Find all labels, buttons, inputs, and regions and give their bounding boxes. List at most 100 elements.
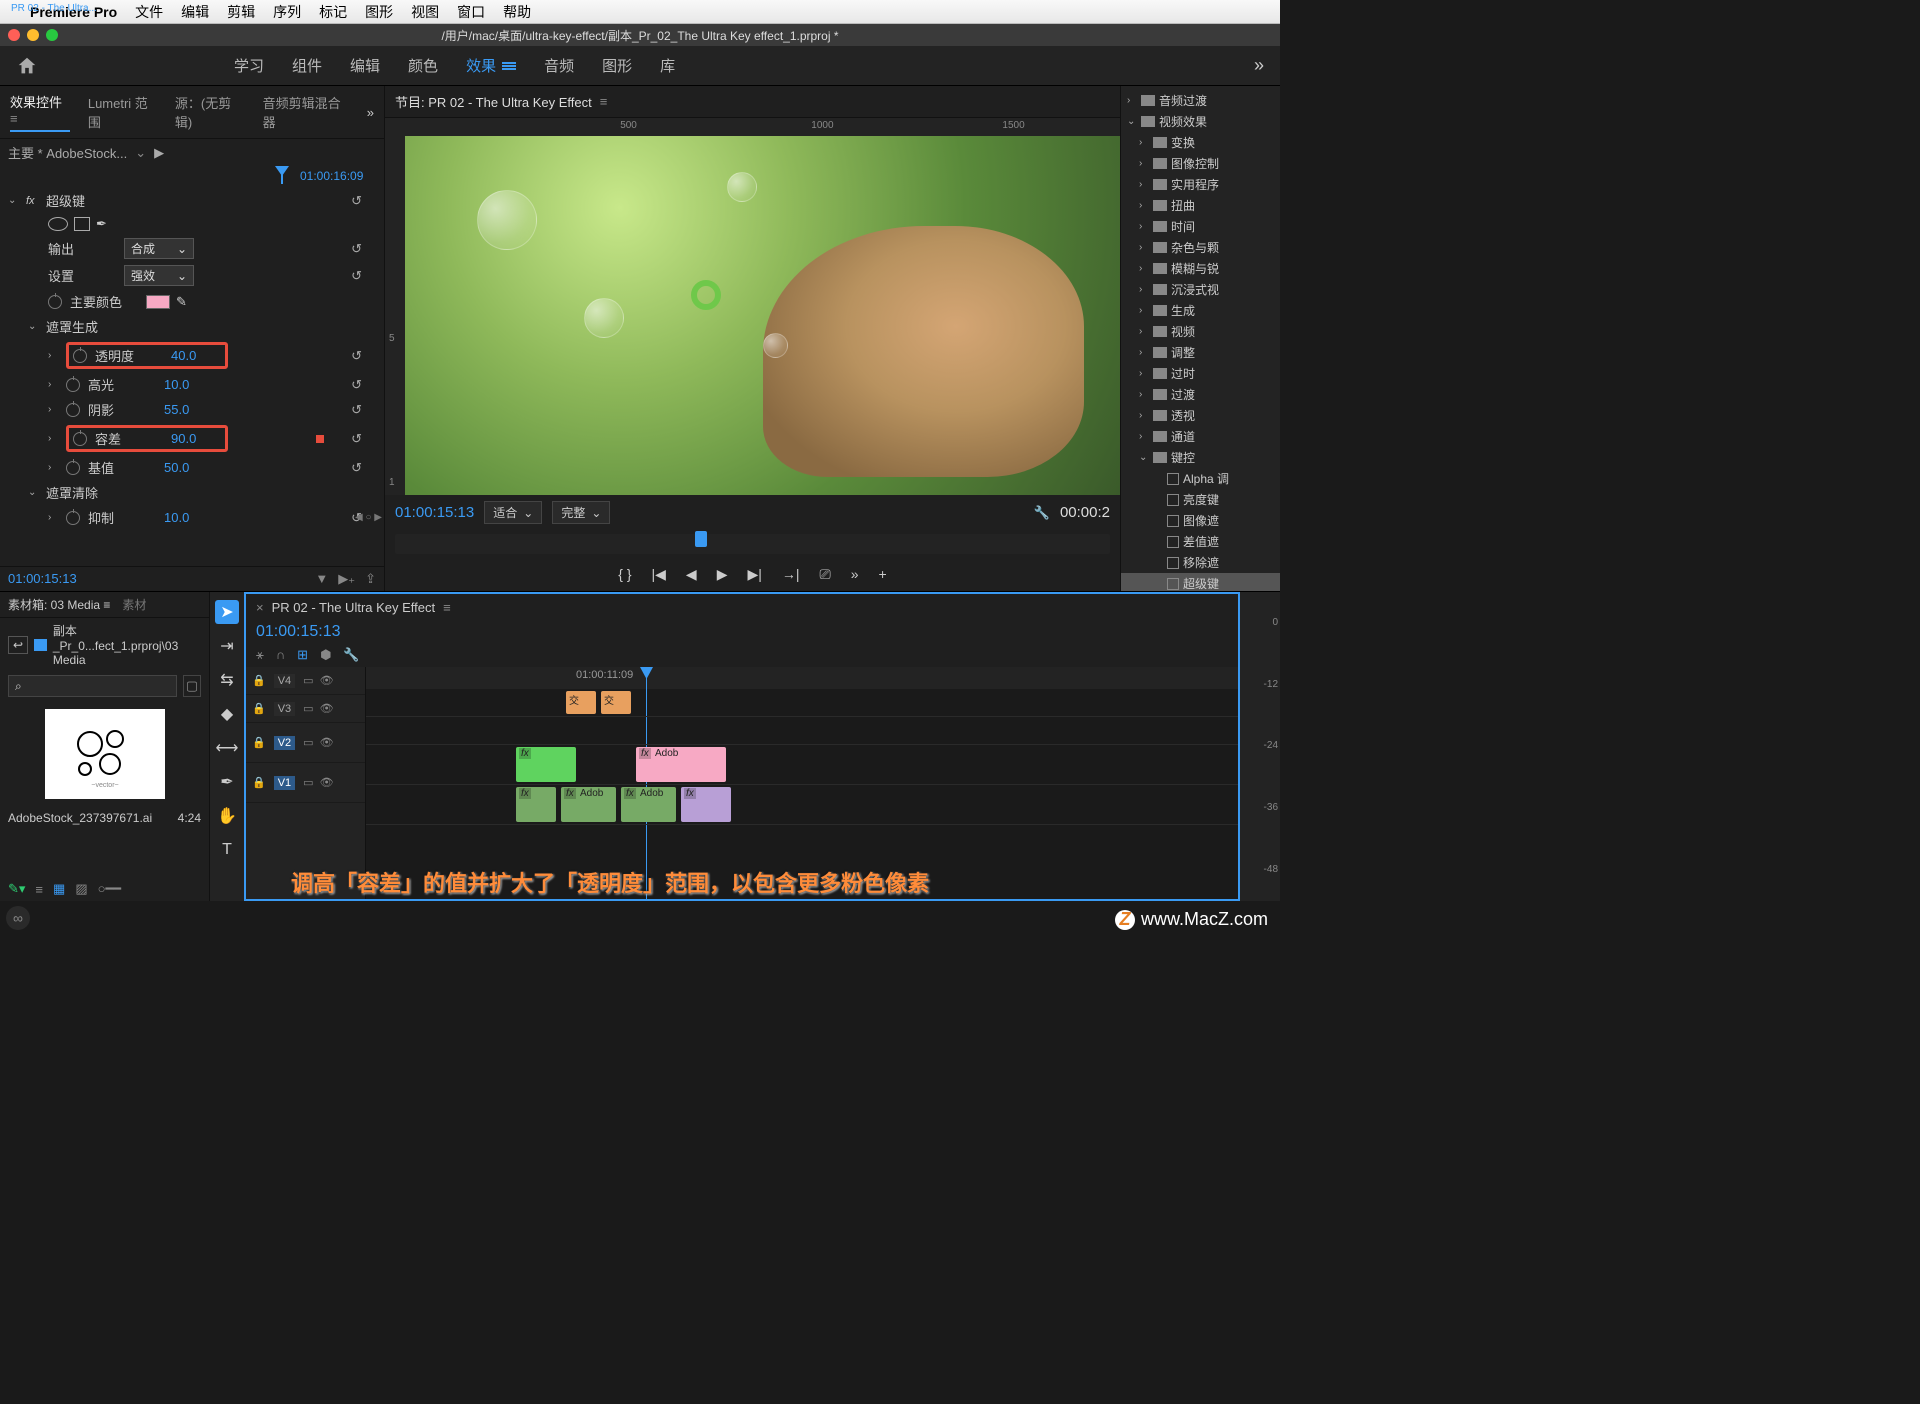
snap-icon[interactable]: ⚹ bbox=[256, 647, 264, 663]
effects-tree-item[interactable]: ›过时 bbox=[1121, 363, 1280, 384]
effects-tree-item[interactable]: 图像遮 bbox=[1121, 510, 1280, 531]
workspace-tab-editing[interactable]: 编辑 bbox=[350, 55, 380, 76]
track-v1[interactable]: V1 bbox=[274, 776, 295, 790]
magnet-icon[interactable]: ∩ bbox=[276, 647, 285, 663]
output-dropdown[interactable]: 合成⌄ bbox=[124, 238, 194, 259]
timeline-clip[interactable]: 交 bbox=[601, 691, 631, 714]
go-to-out-icon[interactable]: →| bbox=[782, 566, 800, 583]
timeline-timecode[interactable]: 01:00:15:13 bbox=[256, 623, 341, 640]
menu-view[interactable]: 视图 bbox=[411, 2, 439, 22]
tab-source[interactable]: 源：(无剪辑) bbox=[175, 93, 245, 131]
ripple-tool-icon[interactable]: ⇆ bbox=[215, 668, 239, 692]
stopwatch-icon[interactable] bbox=[66, 403, 80, 417]
stopwatch-icon[interactable] bbox=[73, 432, 87, 446]
timeline-clip[interactable]: fx bbox=[516, 787, 556, 822]
filter-icon[interactable]: ▼ bbox=[315, 571, 328, 587]
reset-icon[interactable]: ↺ bbox=[351, 431, 362, 447]
track-v3[interactable]: V3 bbox=[274, 702, 295, 716]
eyedropper-icon[interactable]: ✎ bbox=[176, 294, 190, 310]
effects-tree-item[interactable]: ›音频过渡 bbox=[1121, 90, 1280, 111]
lock-icon[interactable]: 🔒 bbox=[252, 776, 266, 789]
tab-media[interactable]: 素材 bbox=[122, 596, 146, 613]
effects-tree-item[interactable]: ›杂色与颗 bbox=[1121, 237, 1280, 258]
more-icon[interactable]: » bbox=[851, 566, 859, 583]
mark-in-out-icon[interactable]: { } bbox=[618, 566, 631, 583]
effects-tree-item[interactable]: ⌄键控 bbox=[1121, 447, 1280, 468]
track-v2[interactable]: V2 bbox=[274, 736, 295, 750]
menu-graphics[interactable]: 图形 bbox=[365, 2, 393, 22]
menu-marker[interactable]: 标记 bbox=[319, 2, 347, 22]
toggle-output-icon[interactable]: ▭ bbox=[303, 736, 313, 749]
fx-toggle-icon[interactable]: ▶₊ bbox=[338, 571, 355, 587]
scrubber-handle-icon[interactable] bbox=[695, 531, 707, 547]
twirl-icon[interactable]: › bbox=[48, 379, 60, 390]
pedestal-value[interactable]: 50.0 bbox=[164, 460, 214, 475]
effects-tree-item[interactable]: ›过渡 bbox=[1121, 384, 1280, 405]
workspace-tab-effects[interactable]: 效果 bbox=[466, 55, 516, 76]
workspace-tab-audio[interactable]: 音频 bbox=[544, 55, 574, 76]
zoom-slider[interactable]: ○━━ bbox=[98, 881, 122, 897]
track-lane-v1[interactable]: fxfx Adobfx Adobfx bbox=[366, 785, 1238, 825]
track-select-tool-icon[interactable]: ⇥ bbox=[215, 634, 239, 658]
effects-tree-item[interactable]: 差值遮 bbox=[1121, 531, 1280, 552]
menu-sequence[interactable]: 序列 bbox=[273, 2, 301, 22]
eye-icon[interactable]: 👁 bbox=[320, 736, 334, 749]
track-lane-v3[interactable] bbox=[366, 717, 1238, 745]
effects-tree-item[interactable]: ›实用程序 bbox=[1121, 174, 1280, 195]
close-icon[interactable]: × bbox=[256, 600, 264, 615]
keycolor-swatch[interactable] bbox=[146, 295, 170, 309]
eye-icon[interactable]: 👁 bbox=[320, 674, 334, 687]
program-timecode[interactable]: 01:00:15:13 bbox=[395, 504, 474, 521]
program-canvas[interactable] bbox=[405, 136, 1120, 495]
twirl-icon[interactable]: ⌄ bbox=[8, 195, 20, 206]
add-button-icon[interactable]: + bbox=[879, 566, 887, 583]
effects-tree-item[interactable]: ›调整 bbox=[1121, 342, 1280, 363]
play-icon[interactable]: ▶ bbox=[154, 145, 164, 161]
menu-help[interactable]: 帮助 bbox=[503, 2, 531, 22]
effects-tree-item[interactable]: ›通道 bbox=[1121, 426, 1280, 447]
tolerance-value[interactable]: 90.0 bbox=[171, 431, 221, 446]
new-bin-icon[interactable]: ▢ bbox=[183, 675, 201, 697]
ellipse-mask-icon[interactable] bbox=[48, 217, 68, 231]
go-to-in-icon[interactable]: |◀ bbox=[652, 566, 666, 583]
pen-tool-icon[interactable]: ✒ bbox=[215, 770, 239, 794]
lock-icon[interactable]: 🔒 bbox=[252, 736, 266, 749]
workspace-tab-learn[interactable]: 学习 bbox=[234, 55, 264, 76]
effects-tree-item[interactable]: ›变换 bbox=[1121, 132, 1280, 153]
twirl-icon[interactable]: › bbox=[48, 433, 60, 444]
reset-icon[interactable]: ↺ bbox=[351, 241, 362, 257]
timeline-ruler[interactable]: 01:00:11:09 bbox=[366, 667, 1238, 689]
transparency-value[interactable]: 40.0 bbox=[171, 348, 221, 363]
twirl-icon[interactable]: ⌄ bbox=[28, 321, 40, 332]
toggle-output-icon[interactable]: ▭ bbox=[303, 674, 313, 687]
eye-icon[interactable]: 👁 bbox=[320, 776, 334, 789]
settings-icon[interactable]: 🔧 bbox=[343, 647, 359, 663]
workspace-tab-color[interactable]: 颜色 bbox=[408, 55, 438, 76]
reset-icon[interactable]: ↺ bbox=[351, 268, 362, 284]
twirl-icon[interactable]: › bbox=[48, 404, 60, 415]
effects-tree-item[interactable]: ›生成 bbox=[1121, 300, 1280, 321]
eye-icon[interactable]: 👁 bbox=[320, 702, 334, 715]
twirl-icon[interactable]: ⌄ bbox=[28, 487, 40, 498]
type-tool-icon[interactable]: T bbox=[215, 838, 239, 862]
effects-tree-item[interactable]: ›沉浸式视 bbox=[1121, 279, 1280, 300]
panel-menu-icon[interactable]: ≡ bbox=[600, 94, 608, 109]
toggle-output-icon[interactable]: ▭ bbox=[303, 776, 313, 789]
menu-edit[interactable]: 编辑 bbox=[181, 2, 209, 22]
menu-window[interactable]: 窗口 bbox=[457, 2, 485, 22]
stopwatch-icon[interactable] bbox=[66, 511, 80, 525]
effects-tree-item[interactable]: ›时间 bbox=[1121, 216, 1280, 237]
wrench-icon[interactable]: 🔧 bbox=[1034, 505, 1050, 521]
twirl-icon[interactable]: › bbox=[48, 350, 60, 361]
timeline-title[interactable]: PR 02 - The Ultra Key Effect bbox=[272, 600, 436, 615]
fit-dropdown[interactable]: 适合⌄ bbox=[484, 501, 542, 524]
effects-tree-item[interactable]: Alpha 调 bbox=[1121, 468, 1280, 489]
slip-tool-icon[interactable]: ⟷ bbox=[215, 736, 239, 760]
lift-icon[interactable]: ⎚ bbox=[820, 566, 831, 583]
step-back-icon[interactable]: ◀ bbox=[686, 566, 697, 583]
menu-file[interactable]: 文件 bbox=[135, 2, 163, 22]
timeline-clip[interactable]: fx Adob bbox=[621, 787, 676, 822]
workspace-tab-graphics[interactable]: 图形 bbox=[602, 55, 632, 76]
ec-playhead-icon[interactable] bbox=[275, 166, 289, 184]
play-icon[interactable]: ▶ bbox=[717, 566, 728, 583]
